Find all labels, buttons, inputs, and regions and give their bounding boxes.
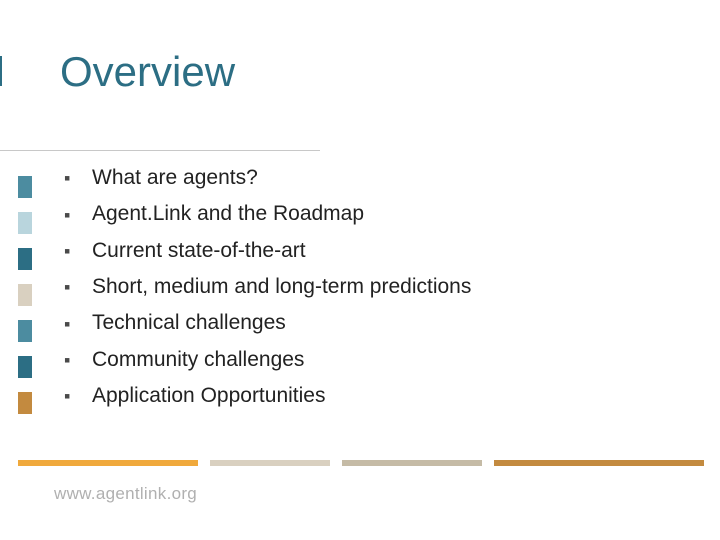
footer-bar-segment xyxy=(198,460,210,466)
footer-bar-segment xyxy=(482,460,494,466)
footer-bar-segment xyxy=(330,460,342,466)
strip-segment xyxy=(18,212,32,234)
bullet-text: Agent.Link and the Roadmap xyxy=(92,200,364,228)
strip-segment xyxy=(18,320,32,342)
bullet-text: What are agents? xyxy=(92,164,258,192)
footer-bar-segment xyxy=(18,460,198,466)
strip-segment xyxy=(18,176,32,198)
bullet-item: ▪ Community challenges xyxy=(64,346,664,374)
strip-segment xyxy=(18,248,32,270)
footer-bar-segment xyxy=(494,460,704,466)
strip-segment xyxy=(18,356,32,378)
square-bullet-icon: ▪ xyxy=(64,278,74,296)
bullet-item: ▪ Short, medium and long-term predictions xyxy=(64,273,664,301)
square-bullet-icon: ▪ xyxy=(64,351,74,369)
footer-url: www.agentlink.org xyxy=(54,484,197,504)
strip-segment xyxy=(18,392,32,414)
bullet-list: ▪ What are agents? ▪ Agent.Link and the Roa… xyxy=(64,164,664,418)
bullet-text: Current state-of-the-art xyxy=(92,237,306,265)
bullet-item: ▪ Technical challenges xyxy=(64,309,664,337)
square-bullet-icon: ▪ xyxy=(64,242,74,260)
square-bullet-icon: ▪ xyxy=(64,387,74,405)
bullet-text: Technical challenges xyxy=(92,309,286,337)
bullet-item: ▪ Current state-of-the-art xyxy=(64,237,664,265)
square-bullet-icon: ▪ xyxy=(64,169,74,187)
footer-color-bar xyxy=(18,460,704,466)
left-color-strip xyxy=(18,176,32,428)
bullet-text: Short, medium and long-term predictions xyxy=(92,273,471,301)
bullet-item: ▪ Agent.Link and the Roadmap xyxy=(64,200,664,228)
footer-bar-segment xyxy=(342,460,482,466)
title-divider xyxy=(0,150,320,151)
bullet-text: Community challenges xyxy=(92,346,304,374)
strip-segment xyxy=(18,284,32,306)
square-bullet-icon: ▪ xyxy=(64,315,74,333)
bullet-item: ▪ What are agents? xyxy=(64,164,664,192)
bullet-text: Application Opportunities xyxy=(92,382,325,410)
bullet-item: ▪ Application Opportunities xyxy=(64,382,664,410)
footer-bar-segment xyxy=(210,460,330,466)
square-bullet-icon: ▪ xyxy=(64,206,74,224)
slide-title: Overview xyxy=(60,48,235,96)
left-accent-bar xyxy=(0,56,2,86)
